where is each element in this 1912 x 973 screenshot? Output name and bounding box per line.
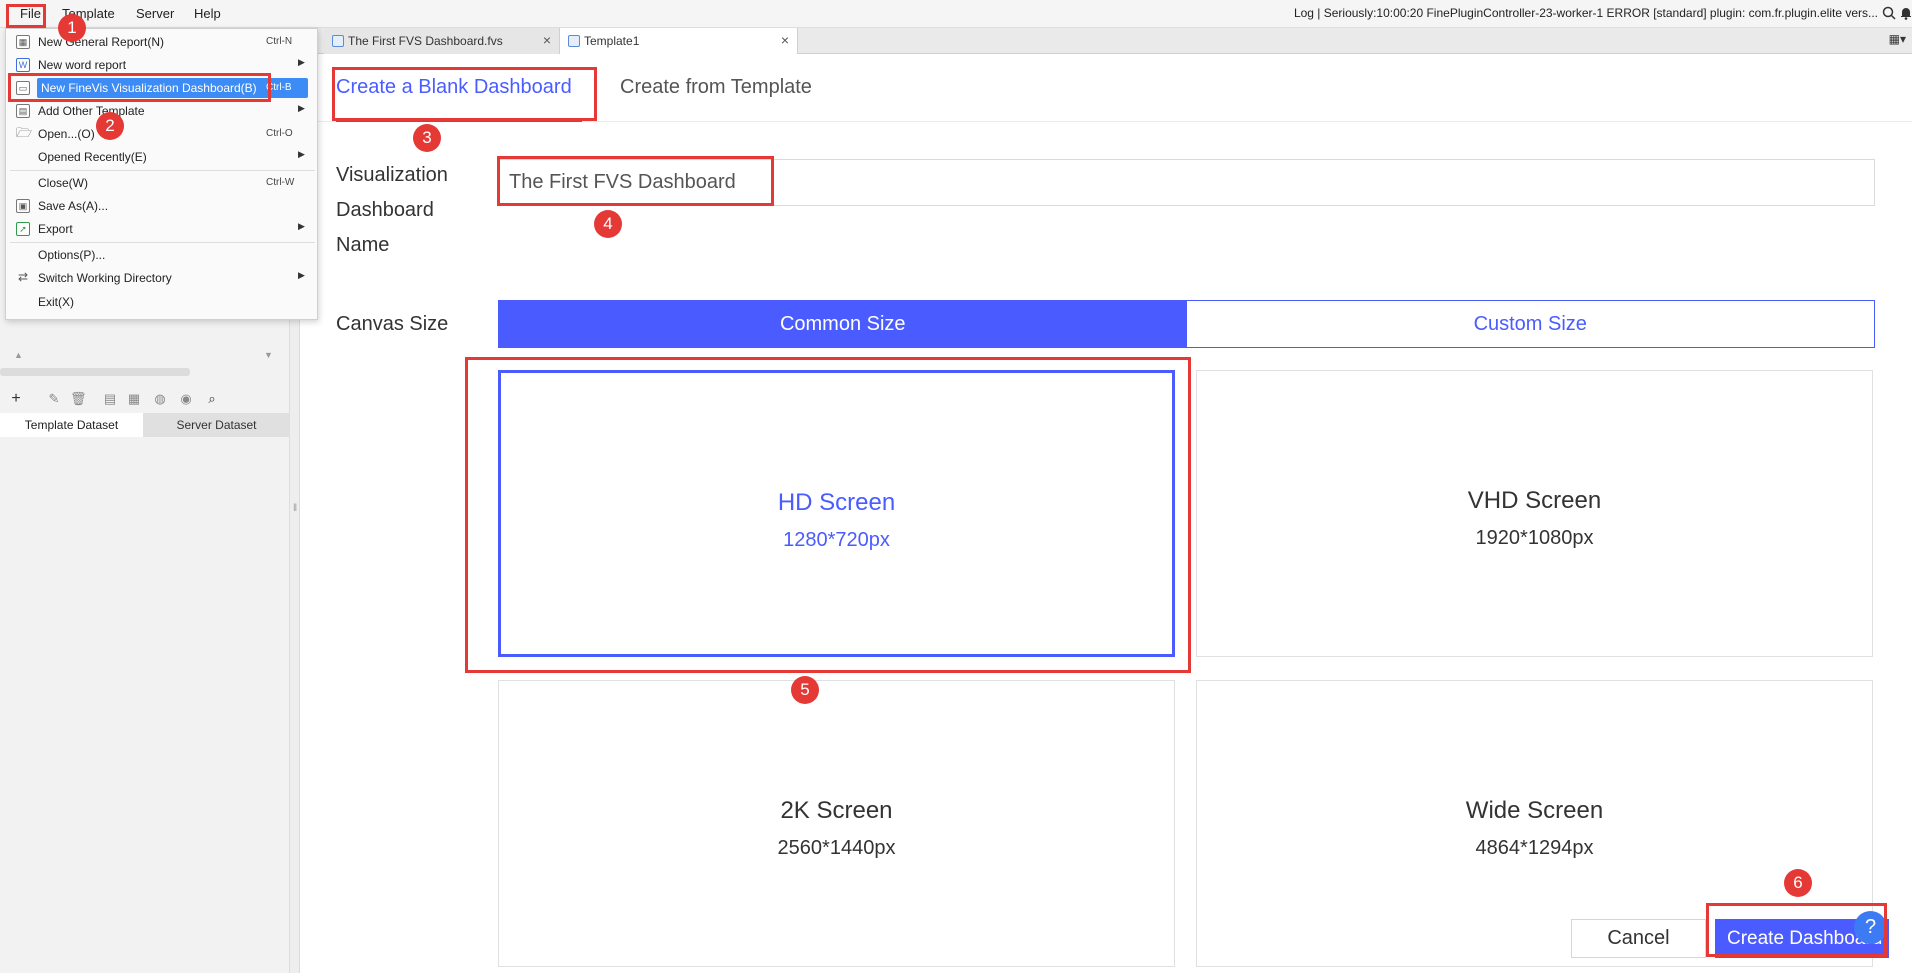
chevron-right-icon: ▶ xyxy=(298,57,305,67)
word-icon: W xyxy=(16,58,30,72)
export-icon: ➚ xyxy=(16,222,30,236)
close-icon[interactable]: × xyxy=(781,32,789,48)
menu-bar: File Template Server Help Log | Seriousl… xyxy=(0,0,1912,28)
edit-icon[interactable]: ✎ xyxy=(46,391,62,407)
chevron-right-icon: ▶ xyxy=(298,103,305,113)
card-size: 2560*1440px xyxy=(777,837,896,859)
folder-icon: 🗁 xyxy=(16,125,33,140)
database-icon[interactable]: ◍ xyxy=(152,391,168,407)
save-icon: ▣ xyxy=(16,199,30,213)
tab-server-dataset[interactable]: Server Dataset xyxy=(143,413,290,437)
menu-separator xyxy=(10,170,315,171)
chevron-right-icon: ▶ xyxy=(298,221,305,231)
splitter-grip-icon: ‖ xyxy=(293,503,298,514)
chevron-right-icon: ▶ xyxy=(298,270,305,280)
table-icon[interactable]: ▦ xyxy=(126,391,142,407)
step-badge-2: 2 xyxy=(96,112,124,140)
menu-help[interactable]: Help xyxy=(194,6,221,21)
document-tab-bar: The First FVS Dashboard.fvs × Template1 … xyxy=(310,28,1912,54)
highlight-box-3 xyxy=(332,67,597,121)
menu-item-opened-recently[interactable]: Opened Recently(E) ▶ xyxy=(6,146,319,168)
highlight-box-1 xyxy=(6,4,46,28)
add-icon[interactable]: + xyxy=(8,391,24,407)
bell-icon[interactable] xyxy=(1900,6,1912,20)
chevron-right-icon: ▶ xyxy=(298,149,305,159)
tab-list-icon[interactable]: ▦▾ xyxy=(1889,32,1906,46)
menu-item-options[interactable]: Options(P)... xyxy=(6,244,319,266)
dashboard-file-icon xyxy=(332,35,344,47)
tab-label: The First FVS Dashboard.fvs xyxy=(348,34,503,48)
template-icon: ▤ xyxy=(16,104,30,118)
menu-item-add-other-template[interactable]: ▤ Add Other Template ▶ xyxy=(6,100,319,122)
step-badge-4: 4 xyxy=(594,210,622,238)
highlight-box-6 xyxy=(1706,903,1887,957)
size-card-vhd[interactable]: VHD Screen 1920*1080px xyxy=(1196,370,1873,657)
card-title: Wide Screen xyxy=(1465,797,1604,824)
canvas-size-toggle: Common Size Custom Size xyxy=(498,300,1875,348)
database-edit-icon[interactable]: ◉ xyxy=(178,391,194,407)
dashboard-file-icon xyxy=(568,35,580,47)
tab-template-dataset[interactable]: Template Dataset xyxy=(0,413,143,437)
common-size-button[interactable]: Common Size xyxy=(499,301,1187,347)
card-size: 4864*1294px xyxy=(1475,837,1594,859)
close-icon[interactable]: × xyxy=(543,32,551,48)
horizontal-scrollbar[interactable] xyxy=(0,368,190,376)
menu-item-close[interactable]: Close(W) Ctrl-W xyxy=(6,172,319,194)
step-badge-1: 1 xyxy=(58,14,86,42)
card-title: 2K Screen xyxy=(780,797,893,824)
delete-icon[interactable]: 🗑 xyxy=(70,391,87,407)
menu-item-new-general-report[interactable]: ▦ New General Report(N) Ctrl-N xyxy=(6,31,319,53)
name-label: Visualization Dashboard Name xyxy=(336,164,448,256)
highlight-box-5 xyxy=(465,357,1191,673)
tab-create-from-template[interactable]: Create from Template xyxy=(620,76,812,99)
menu-item-open[interactable]: 🗁 Open...(O) Ctrl-O xyxy=(6,123,319,145)
step-badge-5: 5 xyxy=(791,676,819,704)
grid-icon: ▦ xyxy=(16,35,30,49)
menu-item-save-as[interactable]: ▣ Save As(A)... xyxy=(6,195,319,217)
file-menu: ▦ New General Report(N) Ctrl-N W New wor… xyxy=(5,28,318,320)
tab-label: Template1 xyxy=(584,34,640,48)
card-title: VHD Screen xyxy=(1467,487,1602,514)
menu-separator xyxy=(10,242,315,243)
dataset-tabs: Template Dataset Server Dataset xyxy=(0,413,290,437)
scroll-up-icon[interactable]: ▲ xyxy=(14,350,23,360)
menu-item-export[interactable]: ➚ Export ▶ xyxy=(6,218,319,240)
menu-server[interactable]: Server xyxy=(136,6,174,21)
log-text[interactable]: Log | Seriously:10:00:20 FinePluginContr… xyxy=(1294,6,1878,20)
menu-item-switch-working-directory[interactable]: ⇄ Switch Working Directory ▶ xyxy=(6,267,319,289)
switch-icon: ⇄ xyxy=(17,270,29,284)
tab-fvs-dashboard[interactable]: The First FVS Dashboard.fvs × xyxy=(324,28,560,54)
cancel-button[interactable]: Cancel xyxy=(1571,919,1706,958)
search-icon[interactable]: ⌕ xyxy=(204,391,220,407)
search-icon[interactable] xyxy=(1882,6,1896,20)
scroll-down-icon[interactable]: ▼ xyxy=(264,350,273,360)
custom-size-button[interactable]: Custom Size xyxy=(1186,301,1874,347)
card-size: 1920*1080px xyxy=(1475,527,1594,549)
highlight-box-2 xyxy=(8,73,271,102)
highlight-box-4 xyxy=(497,156,774,206)
dataset-toolbar: + ✎ 🗑 ▤ ▦ ◍ ◉ ⌕ xyxy=(0,388,290,412)
preview-icon[interactable]: ▤ xyxy=(102,391,118,407)
size-card-2k[interactable]: 2K Screen 2560*1440px xyxy=(498,680,1175,967)
canvas-size-label: Canvas Size xyxy=(336,313,449,335)
menu-item-exit[interactable]: Exit(X) xyxy=(6,291,319,313)
step-badge-3: 3 xyxy=(413,124,441,152)
tab-template1[interactable]: Template1 × xyxy=(560,28,798,54)
step-badge-6: 6 xyxy=(1784,869,1812,897)
